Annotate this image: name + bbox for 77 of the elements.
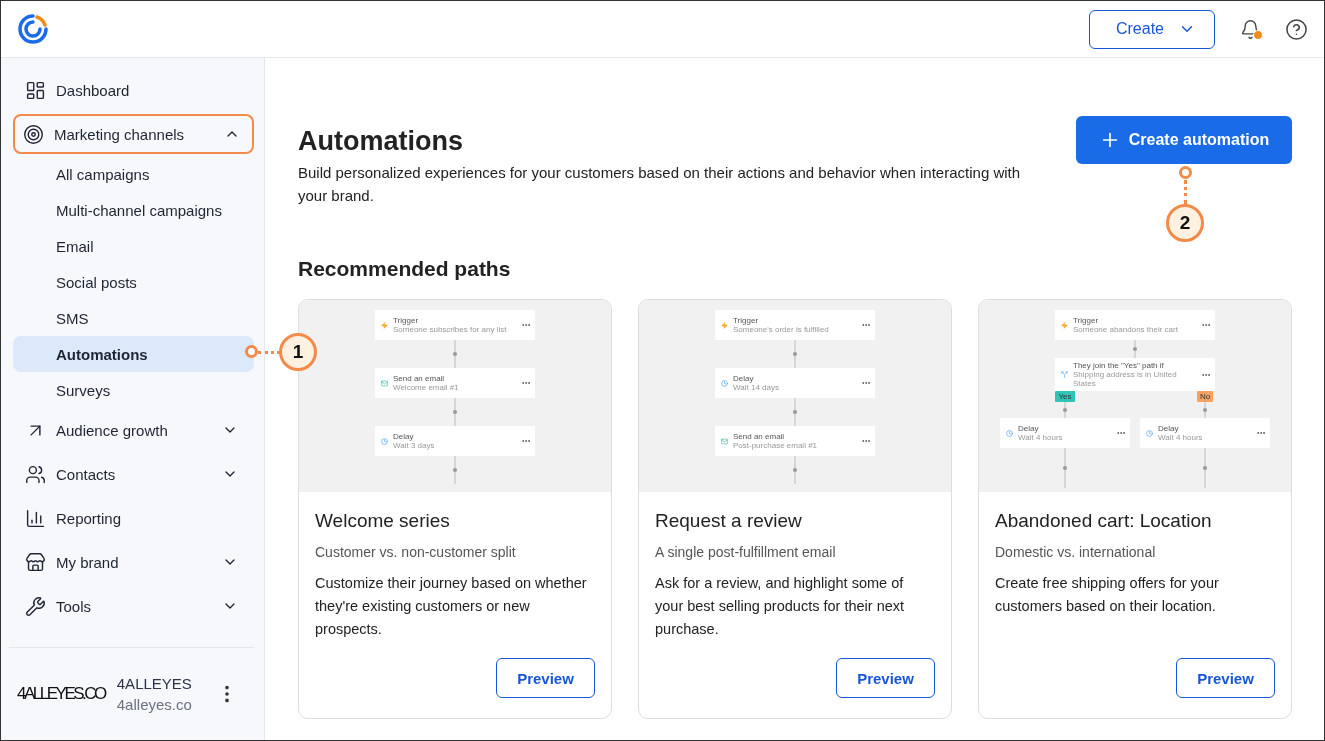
- split-icon: [1061, 371, 1068, 378]
- nav-item[interactable]: Reporting: [13, 498, 254, 538]
- node-title: Send an email: [393, 374, 446, 383]
- node-subtitle: Someone's order is fulfilled: [733, 325, 830, 334]
- node-subtitle: Wait 14 days: [733, 383, 780, 392]
- node-title: Delay: [1158, 424, 1180, 433]
- account-logo: 4ALLEYES.CO: [17, 683, 105, 705]
- nav-item[interactable]: Marketing channels: [13, 114, 254, 154]
- nav-subitem[interactable]: Surveys: [13, 372, 254, 408]
- store-icon: [25, 551, 46, 573]
- node-subtitle: Someone abandons their cart: [1073, 325, 1179, 334]
- nav-item[interactable]: My brand: [13, 542, 254, 582]
- bolt-icon: [721, 321, 728, 329]
- card-description: Customize their journey based on whether they're existing customers or new prospects.: [315, 574, 588, 639]
- mail-icon: [721, 437, 728, 445]
- nav-item[interactable]: Tools: [13, 586, 254, 626]
- mail-icon: [381, 379, 388, 387]
- preview-button[interactable]: Preview: [1176, 658, 1275, 698]
- card-title: Welcome series: [315, 510, 451, 532]
- account-name: 4ALLEYES: [116, 675, 193, 692]
- page-title: Automations: [298, 126, 464, 157]
- node-title: Trigger: [393, 316, 420, 325]
- preview-button[interactable]: Preview: [496, 658, 595, 698]
- callout-marker: 2: [1166, 204, 1204, 242]
- bolt-icon: [1061, 321, 1068, 329]
- bolt-icon: [381, 321, 388, 329]
- node-subtitle: Wait 4 hours: [1158, 433, 1204, 442]
- node-title: Trigger: [1073, 316, 1100, 325]
- node-subtitle: Wait 3 days: [393, 441, 436, 450]
- card-title: Request a review: [655, 510, 803, 532]
- nav-item[interactable]: Contacts: [13, 454, 254, 494]
- nav-item[interactable]: Dashboard: [13, 70, 254, 110]
- nav-subitem[interactable]: SMS: [13, 300, 254, 336]
- dashboard-icon: [25, 79, 46, 101]
- section-title: Recommended paths: [298, 257, 512, 281]
- card-subtitle: Customer vs. non-customer split: [315, 544, 517, 560]
- node-title: Delay: [733, 374, 755, 383]
- nav-subitem[interactable]: All campaigns: [13, 156, 254, 192]
- logo[interactable]: [17, 13, 49, 45]
- clock-icon: [1006, 429, 1013, 437]
- node-subtitle: Someone subscribes for any list: [393, 325, 508, 334]
- node-title: Send an email: [733, 432, 786, 441]
- node-subtitle: Wait 4 hours: [1018, 433, 1064, 442]
- bar-chart-icon: [25, 507, 46, 529]
- help-icon[interactable]: [1285, 17, 1308, 41]
- node-subtitle: Shipping address is in United States: [1073, 370, 1178, 388]
- nav-subitem[interactable]: Automations: [13, 336, 254, 372]
- clock-icon: [381, 437, 388, 445]
- branch-tag: No: [1196, 391, 1214, 402]
- callout-ring: [1179, 166, 1192, 179]
- nav-item[interactable]: Audience growth: [13, 410, 254, 450]
- card-title: Abandoned cart: Location: [995, 510, 1213, 532]
- node-title: They join the "Yes" path if: [1073, 361, 1165, 370]
- wrench-icon: [25, 595, 46, 617]
- nav-subitem[interactable]: Email: [13, 228, 254, 264]
- clock-icon: [1146, 429, 1153, 437]
- callout-marker: 1: [279, 333, 317, 371]
- node-title: Delay: [1018, 424, 1040, 433]
- clock-icon: [721, 379, 728, 387]
- preview-button[interactable]: Preview: [836, 658, 935, 698]
- card-subtitle: Domestic vs. international: [995, 544, 1157, 560]
- create-dropdown-button[interactable]: Create: [1088, 9, 1215, 49]
- node-subtitle: Welcome email #1: [393, 383, 460, 392]
- create-automation-button[interactable]: Create automation: [1076, 116, 1292, 164]
- branch-tag: Yes: [1055, 391, 1075, 402]
- card-description: Ask for a review, and highlight some of your best selling products for their next purchase.: [655, 574, 906, 639]
- node-title: Delay: [393, 432, 415, 441]
- node-title: Trigger: [733, 316, 760, 325]
- page-description: Build personalized experiences for your customers based on their actions and behavior when interacting with your brand.: [298, 163, 1022, 206]
- card-subtitle: A single post-fulfillment email: [655, 544, 837, 560]
- card-description: Create free shipping offers for your customers based on their location.: [995, 574, 1220, 616]
- account-domain: 4alleyes.co: [116, 696, 193, 713]
- nav-subitem[interactable]: Multi-channel campaigns: [13, 192, 254, 228]
- node-subtitle: Post-purchase email #1: [733, 441, 819, 450]
- nav-subitem[interactable]: Social posts: [13, 264, 254, 300]
- target-icon: [23, 123, 44, 145]
- users-icon: [25, 463, 46, 485]
